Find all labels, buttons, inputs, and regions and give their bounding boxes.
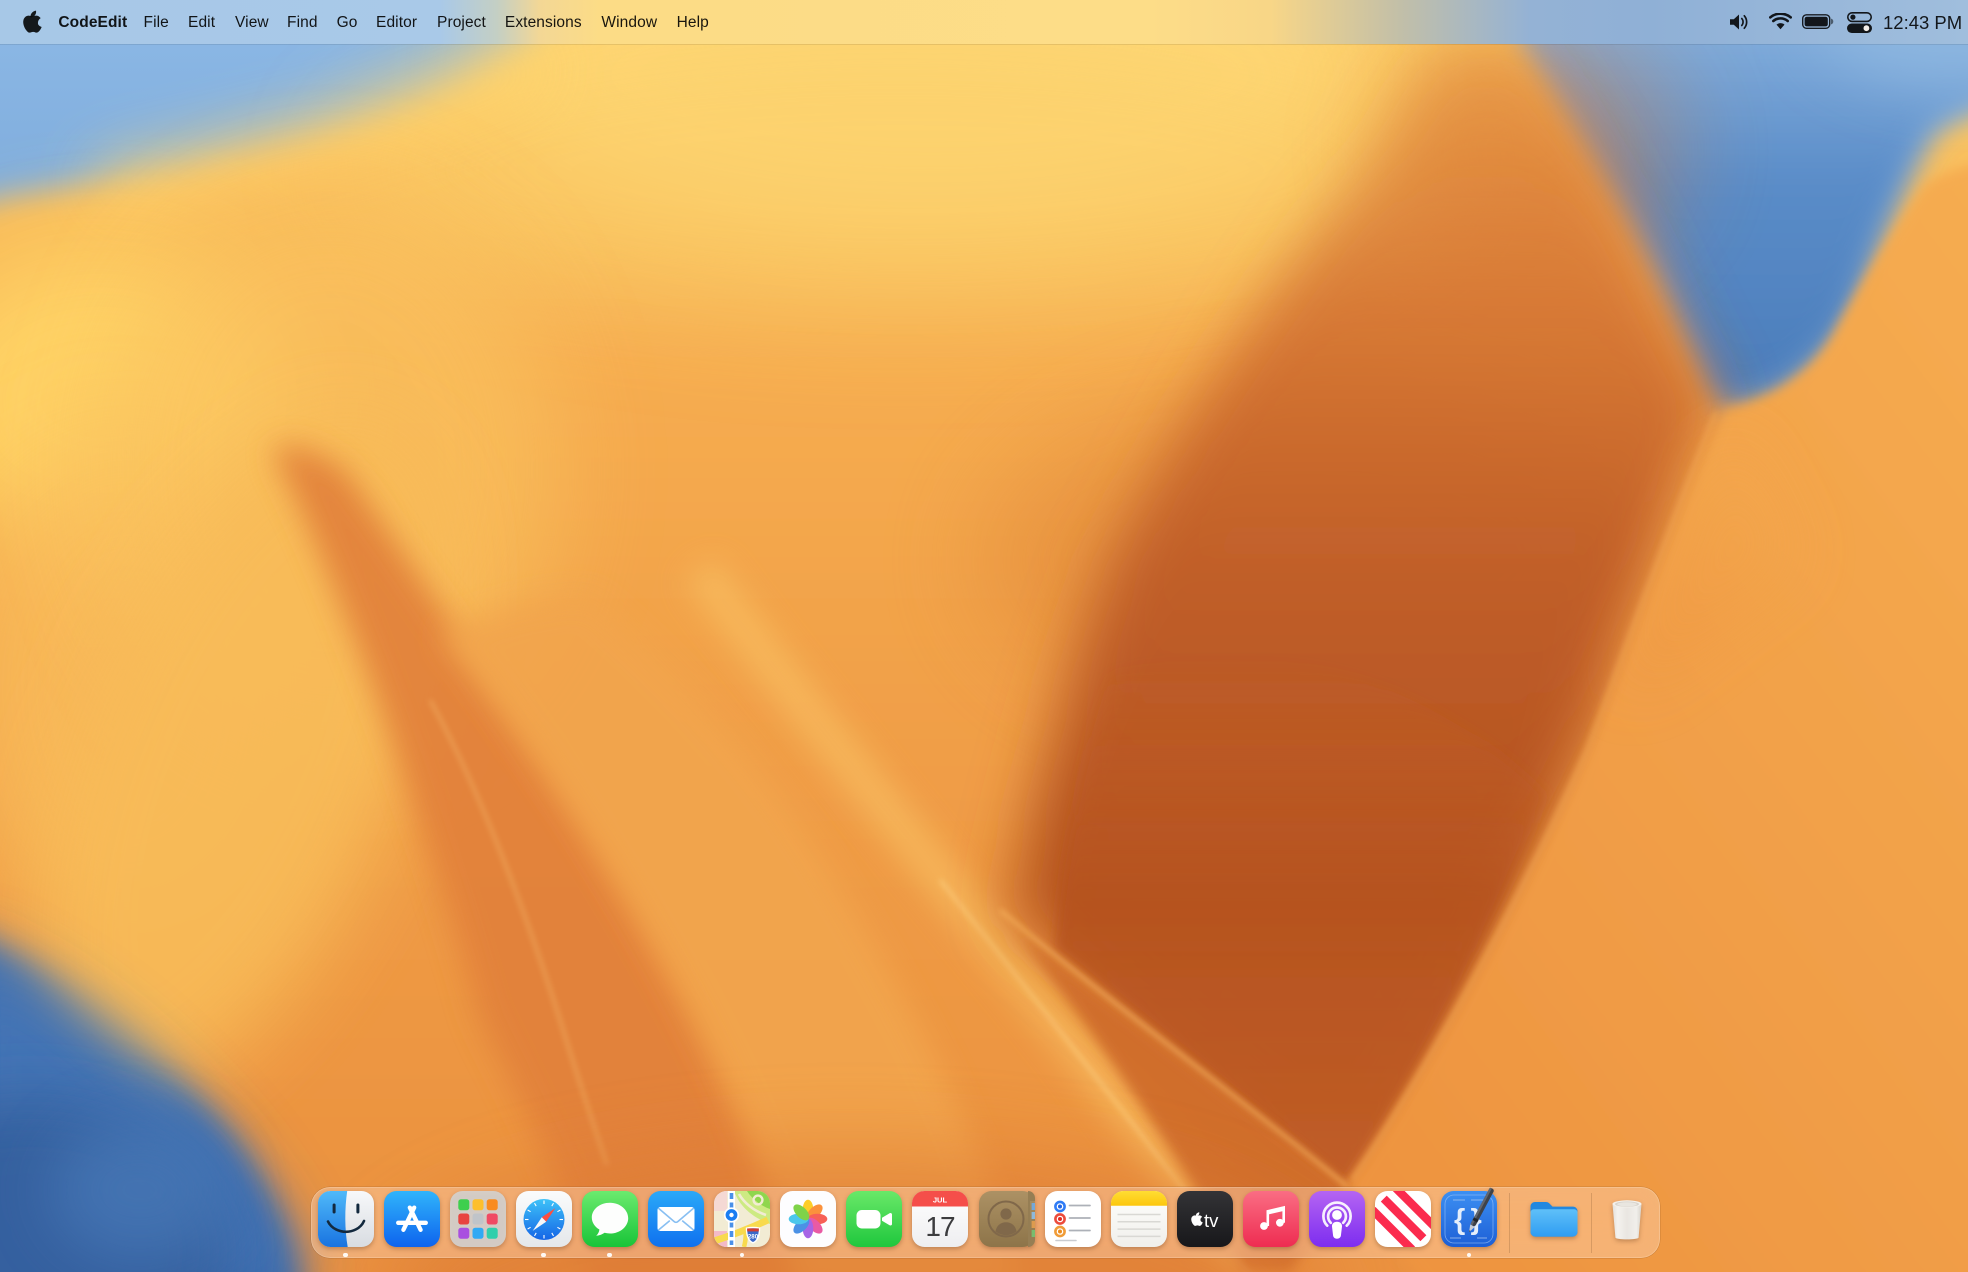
svg-text:280: 280: [748, 1234, 759, 1241]
svg-text:JUL: JUL: [933, 1195, 948, 1204]
svg-text:tv: tv: [1204, 1210, 1219, 1231]
svg-text:17: 17: [926, 1211, 956, 1242]
svg-text:{: {: [1454, 1204, 1465, 1236]
